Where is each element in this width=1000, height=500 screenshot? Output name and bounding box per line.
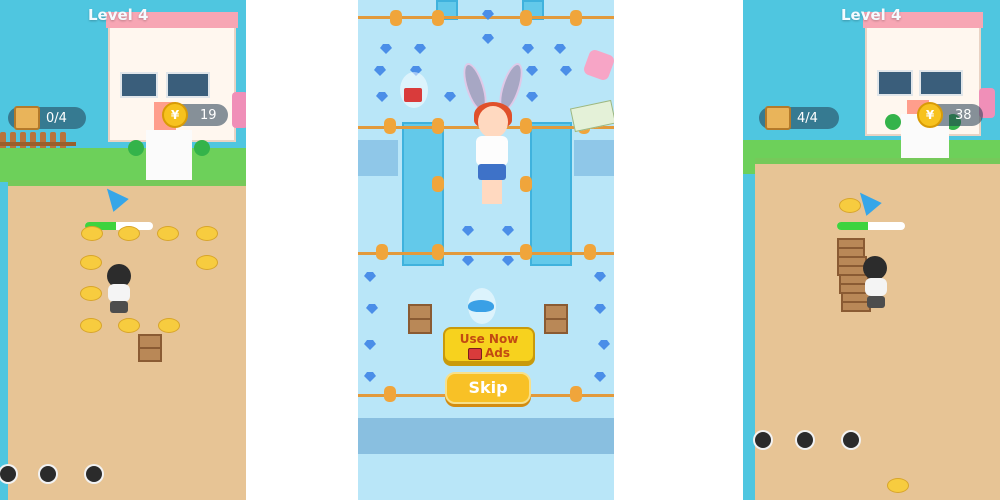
wooden-crate <box>408 304 432 334</box>
coin-icon: ¥ <box>162 102 188 128</box>
box-icon <box>765 106 791 130</box>
coin-pad <box>118 226 140 241</box>
coin-pad <box>196 226 218 241</box>
level-label: Level 4 <box>841 6 902 24</box>
bottom-ledge <box>358 418 614 454</box>
tree <box>194 140 210 156</box>
coin-pad <box>887 478 909 493</box>
coins-counter: ¥ 38 <box>917 102 983 128</box>
wooden-crate <box>544 304 568 334</box>
wooden-crate <box>138 334 162 362</box>
coin-pad <box>80 286 102 301</box>
video-ad-icon <box>467 347 482 360</box>
player-character <box>104 264 134 324</box>
play-ground <box>755 158 1000 500</box>
boxes-counter: 4/4 <box>759 106 839 130</box>
left-game-panel: Level 4 0/4 ¥ 19 <box>0 0 246 500</box>
powerup-icon <box>468 300 494 312</box>
center-game-panel: Use Now Ads Skip <box>358 0 614 500</box>
use-now-ads-button[interactable]: Use Now Ads <box>443 327 535 363</box>
coin-pad <box>157 226 179 241</box>
boxes-counter-text: 0/4 <box>46 110 67 126</box>
coin-pad <box>80 318 102 333</box>
coin-pad <box>196 255 218 270</box>
right-game-panel: Level 4 4/4 ¥ 38 <box>743 0 1000 500</box>
coin-pad <box>80 255 102 270</box>
boxes-counter: 0/4 <box>8 106 86 130</box>
box-icon <box>14 106 40 130</box>
spike-ball-icon <box>0 466 16 482</box>
spike-ball-icon <box>843 432 859 448</box>
pink-tower <box>232 92 246 128</box>
coin-icon: ¥ <box>917 102 943 128</box>
health-bar <box>837 222 905 230</box>
boxes-counter-text: 4/4 <box>797 110 818 126</box>
coins-counter-text: 19 <box>200 107 217 123</box>
spike-ball-icon <box>86 466 102 482</box>
tree <box>128 140 144 156</box>
health-bar-fill <box>837 222 868 230</box>
grass-strip <box>0 148 246 182</box>
tree <box>885 114 901 130</box>
spike-ball-icon <box>797 432 813 448</box>
skip-button[interactable]: Skip <box>445 372 531 404</box>
coin-pad <box>158 318 180 333</box>
spike-ball-icon <box>40 466 56 482</box>
spike-ball-icon <box>755 432 771 448</box>
coin-pad <box>81 226 103 241</box>
coins-counter-text: 38 <box>955 107 972 123</box>
bunny-girl-character <box>458 60 528 212</box>
ads-button-line2: Ads <box>484 346 511 360</box>
water-channel <box>530 122 572 266</box>
player-character <box>861 256 891 322</box>
level-label: Level 4 <box>88 6 149 24</box>
coins-counter: ¥ 19 <box>162 102 228 128</box>
ads-button-line1: Use Now <box>459 332 519 346</box>
toolbox-icon <box>404 88 422 102</box>
